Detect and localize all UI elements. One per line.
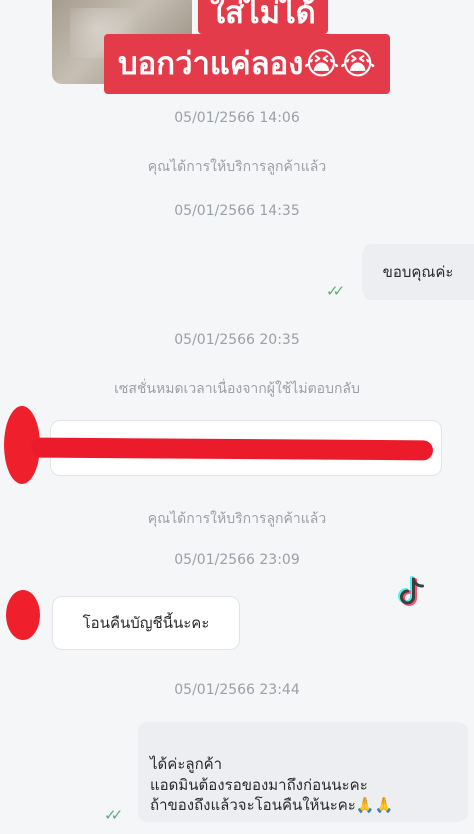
redaction-mark (30, 437, 434, 461)
system-message: เซสชั่นหมดเวลาเนื่องจากผู้ใช้ไม่ตอบกลับ (114, 381, 360, 397)
double-check-icon: ✓✓ (326, 282, 345, 300)
timestamp: 05/01/2566 14:35 (174, 203, 300, 219)
outgoing-message[interactable]: ขอบคุณค่ะ (362, 244, 474, 300)
message-text: ได้ค่ะลูกค้า แอดมินต้องรอของมาถึงก่อนนะค… (150, 755, 394, 814)
message-text: ขอบคุณค่ะ (382, 262, 454, 281)
timestamp: 05/01/2566 20:35 (174, 332, 300, 348)
incoming-message[interactable]: โอนคืนบัญชีนี้นะคะ (52, 596, 240, 650)
avatar-redacted (6, 590, 40, 640)
incoming-message-redacted[interactable] (30, 420, 442, 476)
double-check-icon: ✓✓ (104, 806, 123, 824)
timestamp: 05/01/2566 23:44 (174, 682, 300, 698)
system-message: คุณได้การให้บริการลูกค้าแล้ว (147, 159, 327, 175)
overlay-caption-line1: ใส่ไม่ได้ (198, 0, 328, 34)
message-text: โอนคืนบัญชีนี้นะคะ (82, 613, 210, 632)
outgoing-message[interactable]: ได้ค่ะลูกค้า แอดมินต้องรอของมาถึงก่อนนะค… (138, 722, 468, 822)
system-message: คุณได้การให้บริการลูกค้าแล้ว (147, 511, 327, 527)
overlay-caption-line2: บอกว่าแค่ลอง😭😭 (104, 34, 390, 94)
timestamp: 05/01/2566 14:06 (174, 110, 300, 126)
timestamp: 05/01/2566 23:09 (174, 552, 300, 568)
chat-screenshot: ใส่ไม่ได้ บอกว่าแค่ลอง😭😭 05/01/2566 14:0… (0, 0, 474, 834)
tiktok-logo-icon (398, 576, 424, 606)
